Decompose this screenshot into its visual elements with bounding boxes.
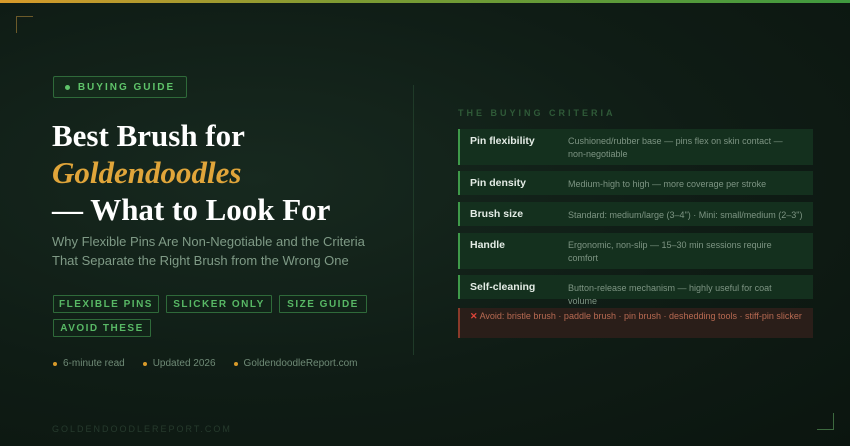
corner-bracket-bottom-right — [817, 413, 834, 430]
bullet-icon — [53, 361, 57, 366]
meta-read-time: 6-minute read — [53, 358, 125, 369]
bullet-icon — [142, 361, 147, 366]
meta-read-time-text: 6-minute read — [63, 358, 125, 369]
title-line-1: Best Brush for — [52, 118, 245, 153]
tag-flexible-pins[interactable]: FLEXIBLE PINS — [53, 295, 159, 313]
criteria-desc: Medium-high to high — more coverage per … — [568, 179, 767, 189]
criteria-desc: Standard: medium/large (3–4") · Mini: sm… — [568, 210, 803, 220]
criteria-row-pin-flexibility: Pin flexibility Cushioned/rubber base — … — [458, 129, 813, 165]
criteria-desc: Cushioned/rubber base — pins flex on ski… — [568, 136, 783, 159]
vertical-divider — [413, 85, 414, 355]
criteria-name: Handle — [470, 239, 506, 251]
subtitle: Why Flexible Pins Are Non-Negotiable and… — [52, 234, 365, 268]
top-accent-bar — [0, 0, 850, 3]
criteria-row-brush-size: Brush size Standard: medium/large (3–4")… — [458, 202, 813, 226]
criteria-heading: THE BUYING CRITERIA — [458, 108, 616, 118]
badge-label: BUYING GUIDE — [77, 81, 176, 93]
criteria-name: Self-cleaning — [470, 281, 536, 293]
meta-updated-text: Updated 2026 — [152, 358, 216, 369]
corner-bracket-top-left — [16, 16, 33, 33]
criteria-row-self-cleaning: Self-cleaning Button-release mechanism —… — [458, 275, 813, 306]
tag-size-guide[interactable]: SIZE GUIDE — [279, 295, 367, 313]
criteria-desc: Ergonomic, non-slip — 15–30 min sessions… — [568, 240, 772, 263]
meta-site-text: GoldendoodleReport.com — [243, 358, 358, 369]
meta-site: GoldendoodleReport.com — [233, 358, 358, 369]
criteria-name: Brush size — [470, 208, 524, 220]
bullet-icon — [233, 361, 238, 366]
buying-guide-badge: BUYING GUIDE — [53, 76, 187, 98]
page-title: Best Brush for Goldendoodles — What to L… — [52, 117, 392, 228]
tag-avoid-these[interactable]: AVOID THESE — [53, 319, 151, 337]
title-line-2: Goldendoodles — [52, 155, 242, 190]
footer-site: GOLDENDOODLEREPORT.COM — [52, 424, 232, 434]
criteria-name: Pin flexibility — [470, 135, 535, 147]
criteria-row-handle: Handle Ergonomic, non-slip — 15–30 min s… — [458, 233, 813, 269]
criteria-name: Pin density — [470, 177, 527, 189]
dot-icon — [64, 84, 70, 90]
meta-info: 6-minute read Updated 2026 GoldendoodleR… — [53, 358, 358, 369]
avoid-text: Avoid: bristle brush · paddle brush · pi… — [479, 311, 802, 321]
criteria-desc: Button-release mechanism — highly useful… — [568, 283, 772, 306]
meta-updated: Updated 2026 — [142, 358, 216, 369]
criteria-row-pin-density: Pin density Medium-high to high — more c… — [458, 171, 813, 195]
tag-slicker-only[interactable]: SLICKER ONLY — [166, 295, 272, 313]
title-line-3: — What to Look For — [52, 192, 331, 227]
cross-mark-icon: ✕ — [470, 311, 478, 321]
avoid-callout: ✕ Avoid: bristle brush · paddle brush · … — [458, 308, 813, 338]
